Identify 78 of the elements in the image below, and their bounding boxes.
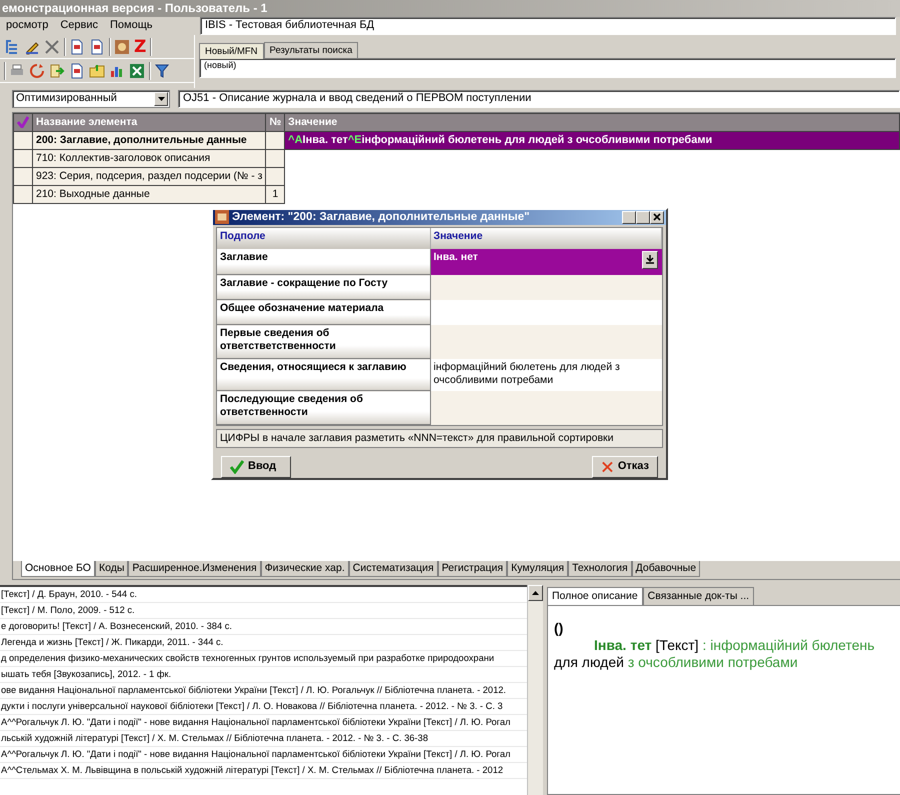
table-cell[interactable]: Інва. нет bbox=[434, 250, 478, 269]
document-icon[interactable] bbox=[89, 38, 105, 54]
check-icon bbox=[17, 116, 29, 128]
download-icon[interactable] bbox=[642, 250, 658, 269]
list-item[interactable]: [Текст] / М. Поло, 2009. - 512 с. bbox=[0, 603, 528, 619]
table-cell[interactable]: інформаційний бюлетень для людей з очсобливими потребами bbox=[434, 360, 658, 386]
column-header[interactable]: Значение bbox=[284, 114, 900, 132]
table-cell[interactable]: Общее обозначение материала bbox=[217, 300, 430, 325]
list-item[interactable]: ове видання Національної парламентської бібліотеки України [Текст] / Л. Ю. Рогальчук // Бібліотечна планета. - 2012. bbox=[0, 683, 528, 699]
app-icon bbox=[215, 210, 229, 224]
tab[interactable]: Технология bbox=[568, 561, 632, 577]
tab[interactable]: Расширенное.Изменения bbox=[128, 561, 261, 577]
column-header[interactable]: Подполе bbox=[217, 228, 430, 249]
close-icon bbox=[653, 213, 661, 222]
table-cell[interactable]: Заглавие - сокращение по Госту bbox=[217, 274, 430, 300]
window-title: емонстрационная версия - Пользователь - 1 bbox=[0, 0, 900, 17]
list-item[interactable]: [Текст] / Д. Браун, 2010. - 544 с. bbox=[0, 587, 528, 603]
column-header[interactable]: № bbox=[266, 114, 285, 132]
table-cell[interactable]: 200: Заглавие, дополнительные данные bbox=[32, 132, 266, 150]
menu-item[interactable]: Сервис bbox=[54, 17, 104, 35]
close-icon bbox=[601, 460, 614, 474]
list-item[interactable]: А^^Рогальчук Л. Ю. "Дати і події" - нове видання Національної парламентської бібліотеки України [Текст] / Л. Ю. Рогал bbox=[0, 747, 528, 763]
export-icon[interactable] bbox=[49, 62, 65, 78]
table-cell[interactable]: Заглавие bbox=[217, 248, 430, 275]
tab[interactable]: Кумуляция bbox=[507, 561, 568, 577]
document-icon[interactable] bbox=[69, 38, 85, 54]
dialog-title: Элемент: "200: Заглавие, дополнительные данные" bbox=[232, 210, 530, 224]
tab[interactable]: Физические хар. bbox=[260, 561, 349, 577]
tab[interactable]: Новый/MFN bbox=[199, 42, 264, 59]
close-icon[interactable] bbox=[44, 38, 60, 54]
close-button[interactable] bbox=[650, 210, 664, 224]
list-item[interactable]: д определения физико-механических свойств техногенных грунтов используемый при разработке природоохрани bbox=[0, 651, 528, 667]
table-cell[interactable]: 923: Серия, подсерия, раздел подсерии (№ - з bbox=[32, 168, 266, 186]
tab[interactable]: Полное описание bbox=[547, 587, 643, 605]
refresh-icon[interactable] bbox=[29, 62, 45, 78]
picture-icon[interactable] bbox=[114, 38, 130, 54]
tab[interactable]: Систематизация bbox=[348, 561, 438, 577]
hint-text: ЦИФРЫ в начале заглавия разметить «NNN=текст» для правильной сортировки bbox=[216, 429, 663, 448]
tab[interactable]: Результаты поиска bbox=[264, 42, 358, 58]
list-item[interactable]: А^^Стельмах Х. М. Львівщина в польській художній літературі [Текст] / Х. М. Стельмах // Бібліотечна планета. - 2012 bbox=[0, 763, 528, 779]
list-item[interactable]: е договорить! [Текст] / А. Вознесенский, 2010. - 384 с. bbox=[0, 619, 528, 635]
column-header[interactable]: Значение bbox=[430, 228, 662, 249]
tab[interactable]: Коды bbox=[94, 561, 128, 577]
cancel-button[interactable]: Отказ bbox=[592, 456, 658, 478]
check-icon bbox=[230, 460, 244, 474]
up-arrow-icon[interactable] bbox=[532, 591, 540, 595]
minimize-button[interactable] bbox=[622, 210, 636, 224]
database-field[interactable]: IBIS - Тестовая библиотечная БД bbox=[200, 17, 896, 35]
table-cell[interactable]: ^AІнва. тет^Eінформаційний бюлетень для людей з очсобливими потребами bbox=[284, 132, 900, 150]
tab[interactable]: Основное БО bbox=[21, 561, 95, 577]
table-cell[interactable]: Первые сведения об ответстветственности bbox=[217, 324, 430, 359]
table-cell[interactable]: 710: Коллектив-заголовок описания bbox=[32, 150, 266, 168]
spreadsheet-icon[interactable] bbox=[129, 62, 145, 78]
menu-item[interactable]: Помощь bbox=[104, 17, 159, 35]
list-item[interactable]: ышать тебя [Звукозапись], 2012. - 1 фк. bbox=[0, 667, 528, 683]
list-item[interactable]: Легенда и жизнь [Текст] / Ж. Пикарди, 2011. - 344 с. bbox=[0, 635, 528, 651]
worksheet-field[interactable]: OJ51 - Описание журнала и ввод сведений о ПЕРВОМ поступлении bbox=[178, 90, 900, 108]
record-heading: () bbox=[554, 620, 564, 637]
maximize-button[interactable] bbox=[636, 210, 650, 224]
tree-icon[interactable] bbox=[4, 38, 20, 54]
table-cell[interactable]: Последующие сведения об ответственности bbox=[217, 390, 430, 425]
table-cell[interactable]: Сведения, относящиеся к заглавию bbox=[217, 358, 430, 391]
table-cell[interactable]: 210: Выходные данные bbox=[32, 186, 266, 204]
record-description: Інва. тет [Текст] : інформаційний бюлетень для людей з очсобливими потребами bbox=[554, 636, 876, 670]
column-header[interactable]: Название элемента bbox=[32, 114, 266, 132]
filter-icon[interactable] bbox=[154, 62, 170, 78]
tab[interactable]: Добавочные bbox=[632, 561, 700, 577]
ok-button[interactable]: Ввод bbox=[221, 456, 291, 478]
record-field[interactable]: (новый) bbox=[199, 58, 896, 78]
menu-item[interactable]: росмотр bbox=[0, 17, 54, 35]
list-item[interactable]: дукти і послуги універсальної наукової бібліотеки [Текст] / Л. О. Новакова // Бібліотечна планета. - 2012. - № 3. - С. 3 bbox=[0, 699, 528, 715]
dropdown-arrow-icon[interactable] bbox=[158, 97, 164, 101]
scrollbar[interactable] bbox=[527, 585, 543, 795]
mode-select[interactable]: Оптимизированный bbox=[12, 90, 170, 108]
list-item[interactable]: льській художній літературі [Текст] / Х. М. Стельмах // Бібліотечна планета. - 2012. - № 3. - С. 36-38 bbox=[0, 731, 528, 747]
list-item[interactable]: А^^Рогальчук Л. Ю. "Дати і події" - нове видання Національної парламентської бібліотеки України [Текст] / Л. Ю. Рогал bbox=[0, 715, 528, 731]
tab[interactable]: Регистрация bbox=[438, 561, 508, 577]
document-icon[interactable] bbox=[69, 62, 85, 78]
